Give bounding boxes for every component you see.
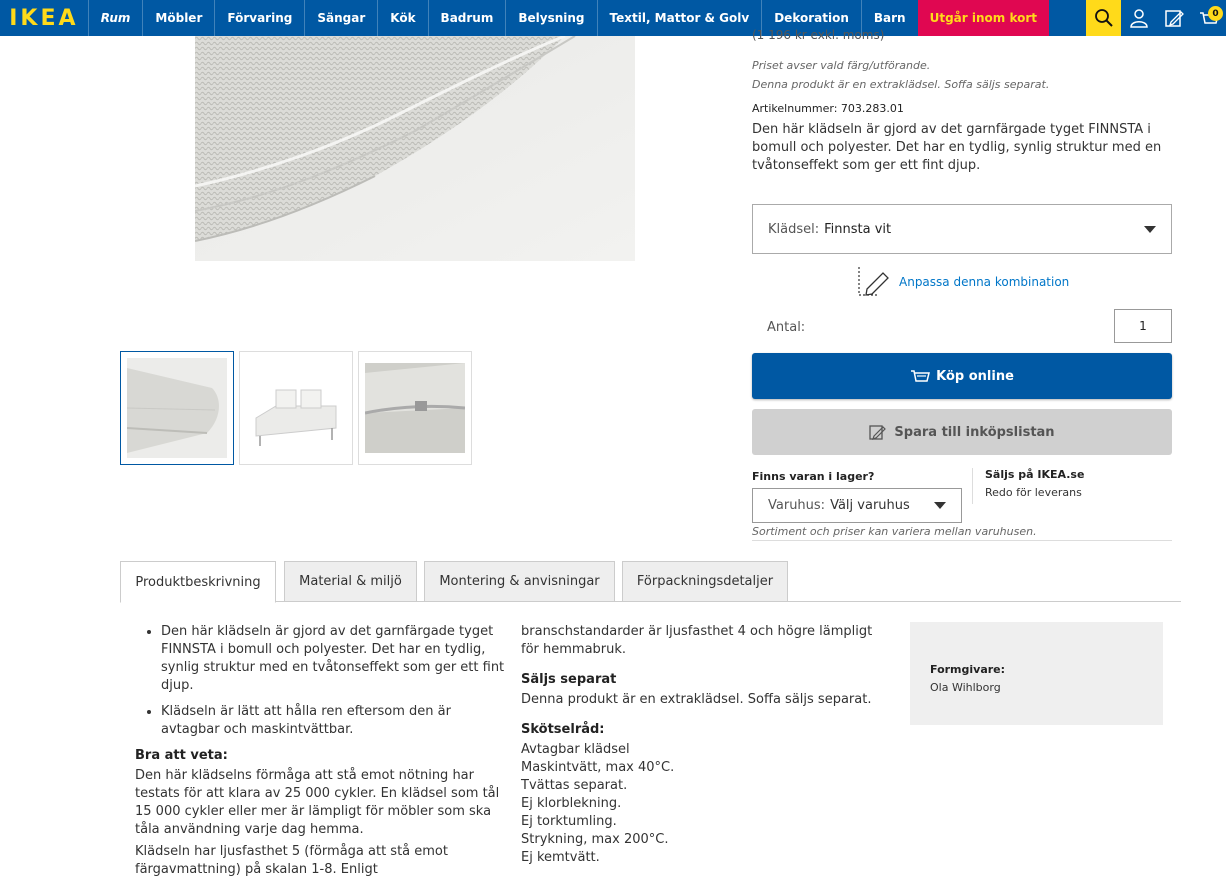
product-main-image[interactable] xyxy=(195,36,635,261)
nav-item-forvaring[interactable]: Förvaring xyxy=(214,0,304,36)
lightfastness-continued: branschstandarder är ljusfasthet 4 och h… xyxy=(521,624,873,657)
sold-online-subtitle: Redo för leverans xyxy=(985,486,1082,499)
ikea-logo[interactable]: IKEA xyxy=(0,0,88,36)
care-line: Ej kemtvätt. xyxy=(521,850,600,865)
care-line: Ej torktumling. xyxy=(521,814,617,829)
list-item: Klädseln är lätt att hålla ren eftersom … xyxy=(161,703,505,739)
customize-combination-link[interactable]: Anpassa denna kombination xyxy=(857,267,1069,297)
designer-box: Formgivare: Ola Wihlborg xyxy=(910,622,1163,725)
store-select[interactable]: Varuhus: Välj varuhus xyxy=(752,488,962,523)
tab-material[interactable]: Material & miljö xyxy=(284,561,417,602)
nav-item-mobler[interactable]: Möbler xyxy=(142,0,214,36)
detail-tabs: Produktbeskrivning Material & miljö Mont… xyxy=(120,561,1181,603)
care-line: Maskintvätt, max 40°C. xyxy=(521,760,675,775)
buy-online-label: Köp online xyxy=(936,368,1014,384)
nav-item-sangar[interactable]: Sängar xyxy=(304,0,377,36)
chevron-down-icon xyxy=(934,502,946,509)
thumbnail-fabric-fold[interactable] xyxy=(120,351,234,465)
feature-list: Den här klädseln är gjord av det garnfär… xyxy=(135,623,505,739)
cover-select-value: Finnsta vit xyxy=(824,221,892,237)
nav-item-kok[interactable]: Kök xyxy=(377,0,427,36)
sold-online-info: Säljs på IKEA.se Redo för leverans xyxy=(972,468,1084,504)
designer-name: Ola Wihlborg xyxy=(930,681,1001,694)
designer-title: Formgivare: xyxy=(930,663,1006,676)
nav-item-textil[interactable]: Textil, Mattor & Golv xyxy=(596,0,762,36)
description-column-1: Den här klädseln är gjord av det garnfär… xyxy=(135,623,505,883)
thumbnail-strip xyxy=(120,351,472,465)
top-navigation: IKEA Rum Möbler Förvaring Sängar Kök Bad… xyxy=(0,0,1226,36)
cover-select[interactable]: Klädsel: Finnsta vit xyxy=(752,204,1172,254)
nav-item-sale[interactable]: Utgår inom kort xyxy=(917,0,1049,36)
nav-item-rum[interactable]: Rum xyxy=(87,0,143,36)
store-select-label: Varuhus: xyxy=(768,498,826,513)
shopping-list-icon[interactable] xyxy=(1156,0,1191,36)
thumbnail-sofa[interactable] xyxy=(239,351,353,465)
extra-cover-note: Denna produkt är en extraklädsel. Soffa … xyxy=(752,78,1050,91)
list-item: Den här klädseln är gjord av det garnfär… xyxy=(161,623,505,695)
sold-online-title: Säljs på IKEA.se xyxy=(985,468,1085,481)
save-to-list-button[interactable]: Spara till inköpslistan xyxy=(752,409,1172,455)
user-icon[interactable] xyxy=(1121,0,1156,36)
product-description: Den här klädseln är gjord av det garnfär… xyxy=(752,122,1162,173)
cart-icon xyxy=(910,367,931,385)
search-icon[interactable] xyxy=(1086,0,1121,36)
tab-product-description[interactable]: Produktbeskrivning xyxy=(120,561,276,603)
customize-link-label: Anpassa denna kombination xyxy=(899,275,1070,289)
nav-item-belysning[interactable]: Belysning xyxy=(505,0,596,36)
tab-assembly[interactable]: Montering & anvisningar xyxy=(424,561,615,602)
good-to-know-text: Den här klädselns förmåga att stå emot n… xyxy=(135,768,500,837)
sold-separately-heading: Säljs separat xyxy=(521,672,617,687)
sold-separately-text: Denna produkt är en extraklädsel. Soffa … xyxy=(521,692,872,707)
tab-packaging[interactable]: Förpackningsdetaljer xyxy=(622,561,788,602)
stock-title: Finns varan i lager? xyxy=(752,470,875,483)
description-column-2: branschstandarder är ljusfasthet 4 och h… xyxy=(521,623,891,867)
buy-online-button[interactable]: Köp online xyxy=(752,353,1172,399)
cover-select-label: Klädsel: xyxy=(768,221,820,237)
care-line: Strykning, max 200°C. xyxy=(521,832,669,847)
article-number: Artikelnummer: 703.283.01 xyxy=(752,102,904,115)
shopping-list-edit-icon xyxy=(869,423,887,441)
lightfastness-text: Klädseln har ljusfasthet 5 (förmåga att … xyxy=(135,844,448,877)
pencil-dotted-icon xyxy=(857,267,891,297)
range-note: Sortiment och priser kan variera mellan … xyxy=(752,525,1172,541)
good-to-know-heading: Bra att veta: xyxy=(135,748,228,763)
nav-item-badrum[interactable]: Badrum xyxy=(427,0,506,36)
save-to-list-label: Spara till inköpslistan xyxy=(894,424,1055,440)
care-line: Ej klorblekning. xyxy=(521,796,622,811)
shopping-cart-icon[interactable]: 0 xyxy=(1191,0,1226,36)
care-heading: Skötselråd: xyxy=(521,722,605,737)
store-select-value: Välj varuhus xyxy=(830,498,910,513)
chevron-down-icon xyxy=(1144,226,1156,233)
thumbnail-zipper-detail[interactable] xyxy=(358,351,472,465)
price-note: Priset avser vald färg/utförande. xyxy=(752,59,931,72)
quantity-label: Antal: xyxy=(767,320,806,335)
care-line: Tvättas separat. xyxy=(521,778,628,793)
cart-count-badge: 0 xyxy=(1208,6,1223,21)
price-excl-vat: (1 196 kr exkl. moms) xyxy=(752,28,885,42)
quantity-input[interactable]: 1 xyxy=(1114,309,1172,343)
care-line: Avtagbar klädsel xyxy=(521,742,630,757)
